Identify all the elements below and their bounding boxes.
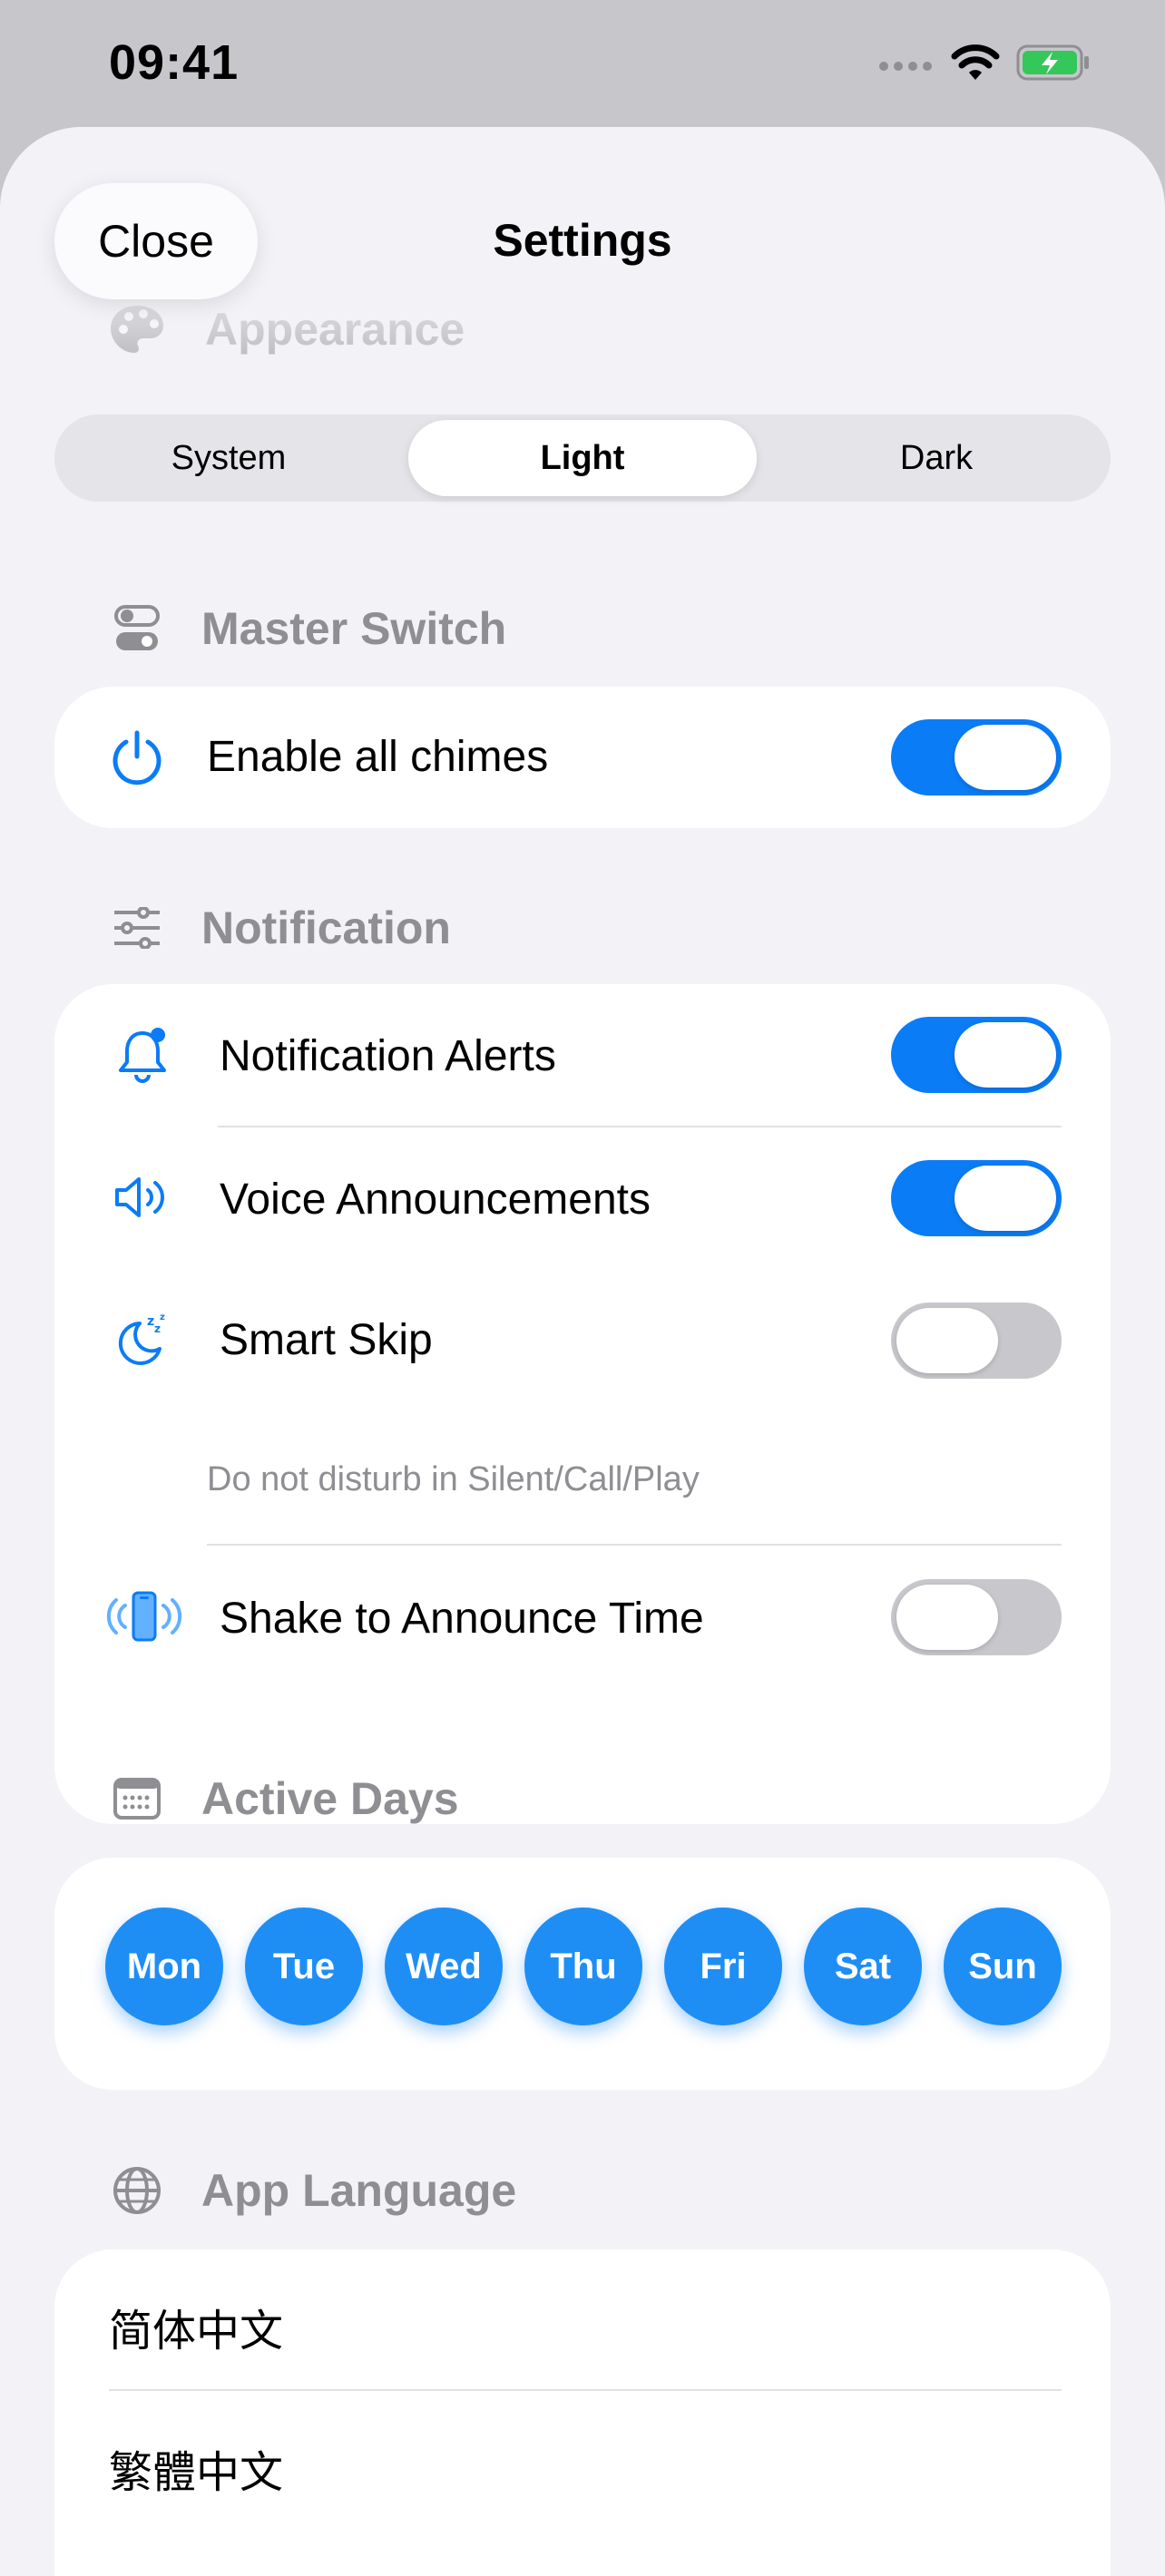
voice-announcements-row: Voice Announcements xyxy=(54,1127,1111,1269)
enable-all-chimes-row: Enable all chimes xyxy=(54,687,1111,828)
day-thu[interactable]: Thu xyxy=(524,1908,642,2025)
language-option-simplified[interactable]: 简体中文 xyxy=(109,2295,283,2358)
bell-badge-icon xyxy=(111,1023,174,1087)
notification-alerts-label: Notification Alerts xyxy=(220,1032,556,1080)
active-days-header: Active Days xyxy=(109,1771,459,1827)
row-divider xyxy=(109,2389,1062,2391)
notification-alerts-row: Notification Alerts xyxy=(54,984,1111,1126)
settings-sheet: Close Settings Appearance System Light D… xyxy=(0,127,1165,2576)
page-title: Settings xyxy=(493,215,672,266)
day-mon[interactable]: Mon xyxy=(105,1908,223,2025)
status-icons xyxy=(878,44,1091,82)
day-fri[interactable]: Fri xyxy=(664,1908,782,2025)
day-selector: Mon Tue Wed Thu Fri Sat Sun xyxy=(51,1908,1114,2025)
segment-dark[interactable]: Dark xyxy=(762,415,1111,502)
svg-text:z: z xyxy=(154,1322,161,1335)
appearance-segmented-control: System Light Dark xyxy=(54,415,1111,502)
palette-icon xyxy=(109,301,165,357)
sliders-icon xyxy=(109,900,165,956)
smart-skip-subtext: Do not disturb in Silent/Call/Play xyxy=(207,1460,700,1498)
cellular-signal-icon xyxy=(879,62,932,71)
notification-alerts-toggle[interactable] xyxy=(891,1017,1062,1093)
status-bar: 09:41 xyxy=(0,0,1165,127)
battery-charging-icon xyxy=(1016,44,1089,81)
smart-skip-label: Smart Skip xyxy=(220,1316,433,1364)
calendar-icon xyxy=(109,1771,165,1827)
notification-header-label: Notification xyxy=(201,903,451,953)
voice-announcements-toggle[interactable] xyxy=(891,1160,1062,1236)
svg-text:z: z xyxy=(160,1312,165,1322)
language-option-traditional[interactable]: 繁體中文 xyxy=(109,2436,283,2500)
day-sun[interactable]: Sun xyxy=(944,1908,1062,2025)
app-language-header-label: App Language xyxy=(201,2165,517,2216)
app-language-card: 简体中文 繁體中文 xyxy=(54,2249,1111,2576)
app-language-header: App Language xyxy=(109,2162,516,2219)
shake-to-announce-row: Shake to Announce Time xyxy=(54,1547,1111,1688)
master-switch-card: Enable all chimes xyxy=(54,687,1111,828)
appearance-header: Appearance xyxy=(109,301,465,357)
toggle-knob xyxy=(896,1308,998,1373)
segment-light[interactable]: Light xyxy=(408,420,757,496)
day-sat[interactable]: Sat xyxy=(804,1908,922,2025)
row-divider xyxy=(207,1544,1062,1546)
notification-card: Notification Alerts Voice Announcements … xyxy=(54,984,1111,1824)
voice-announcements-label: Voice Announcements xyxy=(220,1176,651,1224)
day-wed[interactable]: Wed xyxy=(385,1908,503,2025)
shake-to-announce-label: Shake to Announce Time xyxy=(220,1595,704,1643)
globe-icon xyxy=(109,2162,165,2219)
enable-all-chimes-label: Enable all chimes xyxy=(207,733,549,781)
segment-system[interactable]: System xyxy=(54,415,403,502)
master-switch-header: Master Switch xyxy=(109,600,506,657)
power-icon xyxy=(105,726,169,789)
smart-skip-toggle[interactable] xyxy=(891,1303,1062,1379)
phone-shake-icon xyxy=(103,1585,185,1648)
day-tue[interactable]: Tue xyxy=(245,1908,363,2025)
moon-zzz-icon: z z z xyxy=(111,1306,174,1370)
master-switch-header-label: Master Switch xyxy=(201,603,507,654)
active-days-header-label: Active Days xyxy=(201,1773,459,1824)
svg-text:z: z xyxy=(147,1314,154,1329)
toggle-knob xyxy=(955,1022,1056,1088)
speaker-wave-icon xyxy=(111,1166,174,1229)
enable-all-chimes-toggle[interactable] xyxy=(891,719,1062,795)
toggle-knob xyxy=(955,1166,1056,1231)
smart-skip-row: z z z Smart Skip xyxy=(54,1270,1111,1411)
toggle-knob xyxy=(896,1585,998,1650)
notification-header: Notification xyxy=(109,900,451,956)
shake-to-announce-toggle[interactable] xyxy=(891,1579,1062,1655)
toggle-knob xyxy=(955,725,1056,790)
wifi-icon xyxy=(951,44,1000,80)
appearance-header-label: Appearance xyxy=(205,304,465,355)
switch-pair-icon xyxy=(109,600,165,657)
status-time: 09:41 xyxy=(109,35,240,90)
